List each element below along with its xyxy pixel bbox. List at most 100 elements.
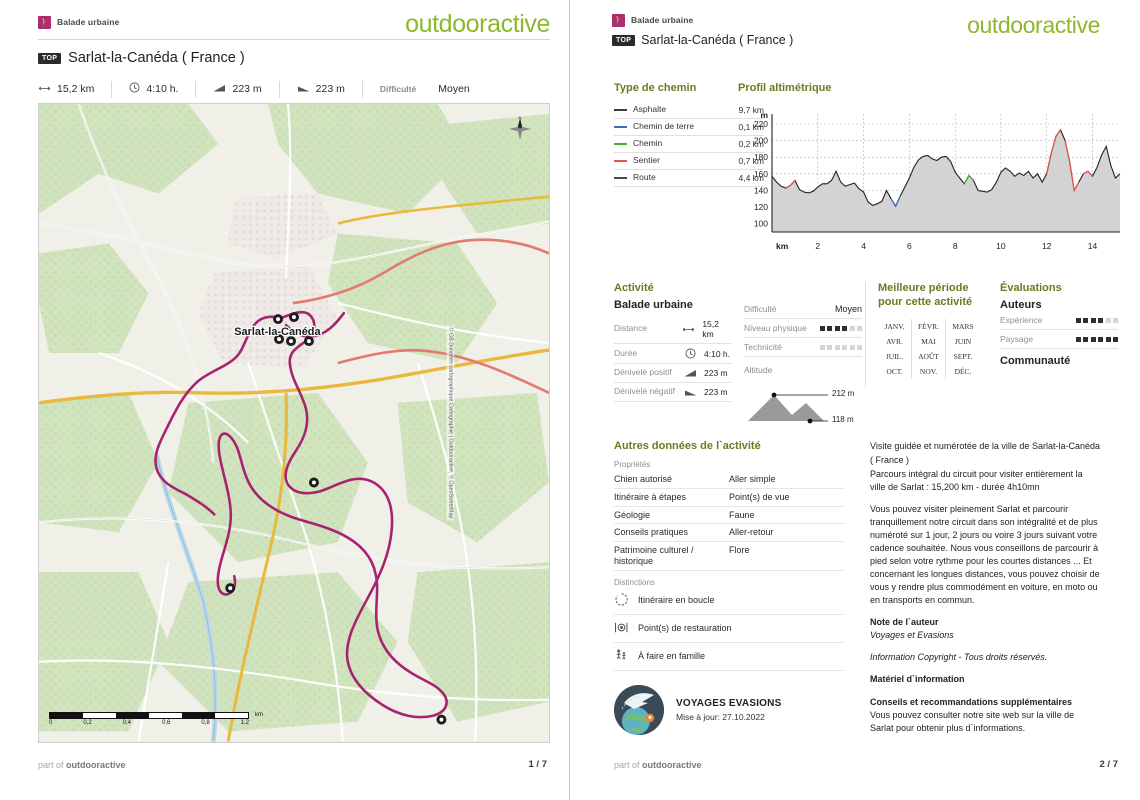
svg-text:4: 4 xyxy=(861,241,866,251)
evaluations-section: Évaluations Auteurs Expérience Paysage C… xyxy=(1000,282,1118,367)
page-title-right: Sarlat-la-Canéda ( France ) xyxy=(641,33,794,47)
footer-partof: part of outdooractive xyxy=(38,760,126,770)
svg-text:120: 120 xyxy=(754,202,768,212)
activity-row-label: Dénivelé positif xyxy=(614,367,672,378)
altitude-max: 212 m xyxy=(832,389,855,398)
scale-tick: 0,2 xyxy=(83,720,92,726)
map-attribution: © GB Données cartographique Cartographie… xyxy=(446,325,455,521)
svg-text:10: 10 xyxy=(996,241,1006,251)
property-item: Patrimoine culturel / historique xyxy=(614,542,729,571)
compass-icon: N xyxy=(507,115,533,142)
activity-row: Distance 15,2 km xyxy=(614,315,732,344)
descent-icon xyxy=(676,388,704,396)
clock-icon xyxy=(676,348,704,359)
properties-grid: Chien autorisé Aller simple Itinéraire à… xyxy=(614,471,844,571)
footer-partof-right: part of outdooractive xyxy=(614,760,702,770)
property-item: Flore xyxy=(729,542,844,571)
best-period-heading-l1: Meilleure période xyxy=(878,282,969,294)
scale-tick: 0,4 xyxy=(122,720,131,726)
distinction-label: Itinéraire en boucle xyxy=(638,595,715,606)
stat-ascent-value: 223 m xyxy=(232,83,262,95)
top-badge-right: TOP xyxy=(612,34,636,46)
property-item: Géologie xyxy=(614,507,729,525)
evaluations-authors-heading: Auteurs xyxy=(1000,299,1042,311)
stat-difficulty-value: Moyen xyxy=(438,83,470,95)
material-title: Conseils et recommandations supplémentai… xyxy=(870,696,1073,707)
loop-icon xyxy=(614,592,629,609)
legend-dash-route xyxy=(614,176,627,179)
elevation-chart: 100 120 140 160 180 200 220 2 4 6 8 10 12 14 m km xyxy=(738,100,1128,260)
right-header: 🚶 Balade urbaine TOP Sarlat-la-Canéda ( … xyxy=(612,12,1112,47)
material-heading: Matériel d`information xyxy=(870,674,965,685)
hiker-icon: 🚶 xyxy=(38,15,51,29)
distinction-item: À faire en famille xyxy=(614,643,844,671)
ascent-icon xyxy=(676,369,704,377)
month-cell: JANV. xyxy=(878,318,912,334)
activity-row-value: 223 m xyxy=(704,368,728,378)
title-row: TOP Sarlat-la-Canéda ( France ) xyxy=(38,50,550,66)
difficulty-value: Moyen xyxy=(834,304,862,314)
stats-bar: 15,2 km 4:10 h. 223 m 223 m Difficulté M… xyxy=(38,78,550,100)
category-row-right: 🚶 Balade urbaine xyxy=(612,12,1112,28)
difficulty-label: Difficulté xyxy=(744,304,777,314)
scalebar-bar xyxy=(49,712,249,719)
stat-difficulty-label: Difficulté xyxy=(379,84,417,94)
legend-dash-asphalte xyxy=(614,108,627,111)
altitude-label: Altitude xyxy=(744,365,773,375)
title-row-right: TOP Sarlat-la-Canéda ( France ) xyxy=(612,33,1112,47)
legend-dash-chemin xyxy=(614,142,627,145)
other-data-section: Autres données de l`activité Propriétés … xyxy=(614,440,844,735)
note-title: Note de l`auteur xyxy=(870,617,939,628)
difficulty-row: Difficulté Moyen xyxy=(744,300,862,319)
activity-row-label: Distance xyxy=(614,323,648,334)
month-cell: AVR. xyxy=(878,333,912,349)
month-cell: DÉC. xyxy=(954,366,972,376)
svg-text:180: 180 xyxy=(754,152,768,162)
svg-text:14: 14 xyxy=(1088,241,1098,251)
month-cell: JUIL. xyxy=(878,348,912,364)
properties-label: Propriétés xyxy=(614,460,651,469)
scale-tick: 0,8 xyxy=(201,720,210,726)
month-cell: NOV. xyxy=(912,363,946,379)
activity-row: Dénivelé négatif 223 m xyxy=(614,383,732,402)
month-cell: SEPT. xyxy=(953,351,973,361)
legend-dash-sentier xyxy=(614,159,627,162)
activity-kv-table: Distance 15,2 km Durée 4:10 h. Dénivelé … xyxy=(614,315,732,402)
rating-dots-technical xyxy=(819,344,862,350)
distinction-label: À faire en famille xyxy=(638,651,706,662)
author-updated: Mise à jour: 27.10.2022 xyxy=(676,711,765,722)
stat-ascent: 223 m xyxy=(196,80,280,98)
months-grid: JANV. FÉVR. MARS AVR. MAI JUIN JUIL. AOÛ… xyxy=(878,318,980,379)
svg-text:140: 140 xyxy=(754,186,768,196)
map-view[interactable]: Sarlat-la-Canéda N © GB Données cartogra… xyxy=(38,103,550,743)
scale-tick: 0,6 xyxy=(161,720,171,726)
scale-tick: 0 xyxy=(49,720,53,726)
map-scalebar: 0 0,2 0,4 0,6 0,8 1,2 km xyxy=(49,712,263,726)
family-icon xyxy=(614,648,629,665)
path-type-name: Asphalte xyxy=(633,104,667,115)
svg-text:Sarlat-la-Canéda: Sarlat-la-Canéda xyxy=(234,326,321,338)
property-item: Aller simple xyxy=(729,471,844,489)
elevation-heading: Profil altimétrique xyxy=(738,82,832,94)
distinction-item: Itinéraire en boucle xyxy=(614,587,844,615)
note-value: Voyages et Evasions xyxy=(870,630,954,641)
month-cell: MARS xyxy=(952,321,974,331)
left-header: 🚶 Balade urbaine outdooractive TOP Sarla… xyxy=(38,10,550,100)
path-type-name: Route xyxy=(633,172,656,183)
hiker-icon: 🚶 xyxy=(612,13,625,27)
stat-descent: 223 m xyxy=(280,80,363,98)
altitude-min: 118 m xyxy=(832,415,854,424)
description-intro-2: Parcours intégral du circuit pour visite… xyxy=(870,468,1083,492)
svg-text:12: 12 xyxy=(1042,241,1052,251)
activity-row-label: Dénivelé négatif xyxy=(614,386,675,397)
activity-row: Durée 4:10 h. xyxy=(614,344,732,364)
difficulty-section: Difficulté Moyen Niveau physique Technic… xyxy=(744,300,862,427)
path-type-name: Chemin de terre xyxy=(633,121,694,132)
property-item: Faune xyxy=(729,507,844,525)
stat-distance: 15,2 km xyxy=(38,80,113,98)
path-type-name: Sentier xyxy=(633,155,660,166)
stat-descent-value: 223 m xyxy=(315,83,345,95)
svg-text:2: 2 xyxy=(815,241,820,251)
stat-difficulty: Difficulté Moyen xyxy=(363,81,487,98)
rating-label: Niveau physique xyxy=(744,323,807,333)
